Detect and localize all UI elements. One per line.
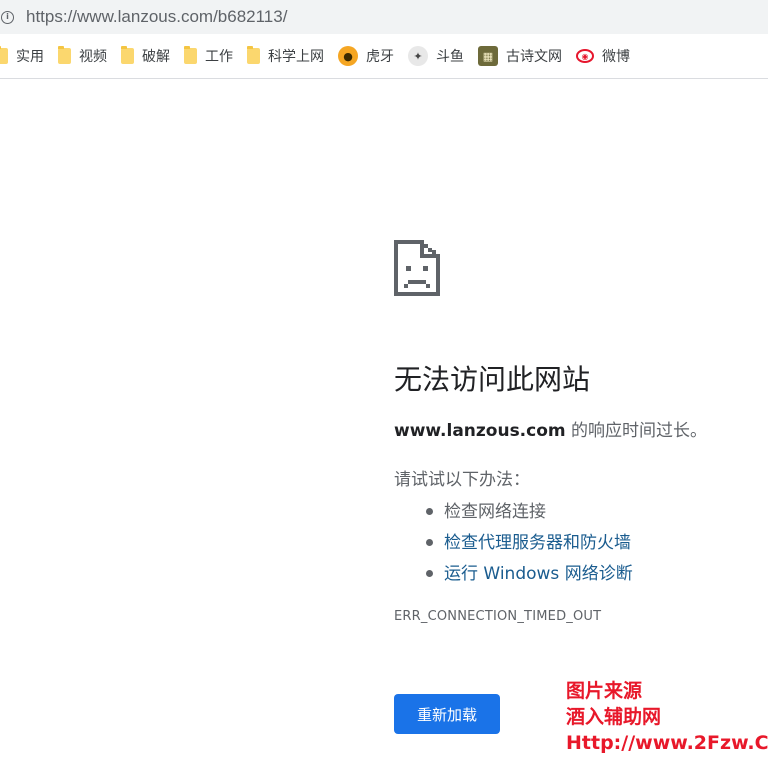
suggestion-item: 检查网络连接: [426, 496, 754, 527]
bullet-icon: [426, 570, 433, 577]
folder-icon: [184, 46, 197, 64]
bookmark-label: 实用: [16, 49, 44, 65]
bookmark-label: 微博: [602, 49, 630, 65]
bookmark-label: 古诗文网: [506, 49, 562, 65]
folder-icon: [0, 46, 8, 64]
bookmark-gongzuo[interactable]: 工作: [184, 42, 233, 70]
gushiwen-favicon-icon: ▦: [478, 46, 498, 66]
huya-favicon-icon: ●: [338, 46, 358, 66]
bookmark-shiyong[interactable]: 实用: [0, 42, 44, 70]
watermark: 图片来源 酒入辅助网 Http://www.2Fzw.Cn: [566, 678, 768, 756]
bookmark-kexueshangwang[interactable]: 科学上网: [247, 42, 324, 70]
bookmark-label: 工作: [205, 49, 233, 65]
suggestion-windows-diagnostics-link[interactable]: 运行 Windows 网络诊断: [444, 560, 633, 588]
info-icon[interactable]: i: [1, 10, 14, 24]
bookmark-label: 视频: [79, 49, 107, 65]
bookmark-label: 虎牙: [366, 49, 394, 65]
bookmark-pojie[interactable]: 破解: [121, 42, 170, 70]
error-host: www.lanzous.com: [394, 421, 566, 441]
bookmark-shipin[interactable]: 视频: [58, 42, 107, 70]
error-content: 无法访问此网站 www.lanzous.com 的响应时间过长。 请试试以下办法…: [394, 240, 754, 734]
bookmark-gushiwen[interactable]: ▦ 古诗文网: [478, 42, 562, 70]
folder-icon: [247, 46, 260, 64]
watermark-line-3: Http://www.2Fzw.Cn: [566, 732, 768, 754]
bookmark-label: 斗鱼: [436, 49, 464, 65]
suggestion-item: 检查代理服务器和防火墙: [426, 527, 754, 558]
suggestion-proxy-firewall-link[interactable]: 检查代理服务器和防火墙: [444, 529, 631, 557]
try-label: 请试试以下办法：: [394, 470, 530, 490]
address-bar[interactable]: i https://www.lanzous.com/b682113/: [0, 0, 768, 34]
folder-icon: [121, 46, 134, 64]
douyu-favicon-icon: ✦: [408, 46, 428, 66]
folder-icon: [58, 46, 71, 64]
bullet-icon: [426, 539, 433, 546]
weibo-favicon-icon: ◉: [576, 49, 594, 63]
suggestion-check-network: 检查网络连接: [444, 501, 546, 522]
sad-document-icon: [394, 240, 440, 296]
suggestion-list: 检查网络连接 检查代理服务器和防火墙 运行 Windows 网络诊断: [426, 496, 754, 589]
watermark-line-1: 图片来源: [566, 680, 643, 702]
bullet-icon: [426, 508, 433, 515]
bookmark-label: 科学上网: [268, 49, 324, 65]
error-title: 无法访问此网站: [394, 363, 591, 396]
url-text[interactable]: https://www.lanzous.com/b682113/: [26, 7, 287, 27]
reload-button[interactable]: 重新加载: [394, 694, 500, 734]
error-message: www.lanzous.com 的响应时间过长。: [394, 416, 754, 441]
bookmark-douyu[interactable]: ✦ 斗鱼: [408, 42, 464, 70]
error-code: ERR_CONNECTION_TIMED_OUT: [394, 609, 602, 624]
bookmarks-bar: 实用 视频 破解 工作 科学上网 ● 虎牙 ✦ 斗鱼 ▦ 古诗文网 ◉ 微博: [0, 34, 768, 79]
suggestion-item: 运行 Windows 网络诊断: [426, 558, 754, 589]
bookmark-huya[interactable]: ● 虎牙: [338, 42, 394, 70]
watermark-line-2: 酒入辅助网: [566, 706, 662, 728]
bookmark-weibo[interactable]: ◉ 微博: [576, 42, 630, 70]
bookmark-label: 破解: [142, 49, 170, 65]
error-message-suffix: 的响应时间过长。: [565, 421, 708, 441]
